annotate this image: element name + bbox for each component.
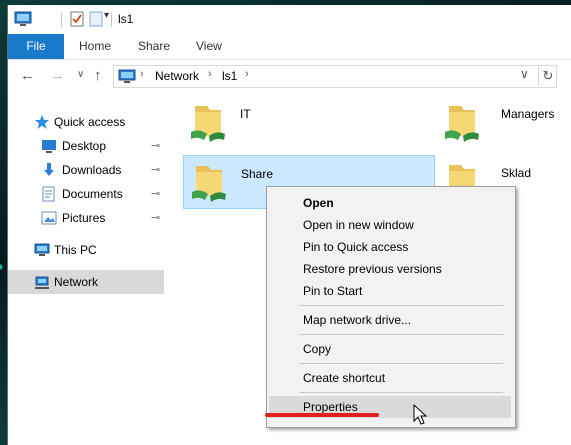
folder-tile-it[interactable]: IT xyxy=(183,96,433,148)
highlight-underline xyxy=(265,413,379,417)
sidebar-item-label: Network xyxy=(54,275,99,289)
address-chevron[interactable]: › xyxy=(208,68,212,80)
folder-tile-managers[interactable]: Managers xyxy=(437,96,567,148)
menu-item-pin-quick-access[interactable]: Pin to Quick access xyxy=(269,236,511,258)
folder-label: Managers xyxy=(501,107,555,121)
menu-item-open-new-window[interactable]: Open in new window xyxy=(269,214,511,236)
pin-icon[interactable]: ⊸ xyxy=(151,187,160,200)
address-chevron[interactable]: › xyxy=(245,68,249,80)
tab-home[interactable]: Home xyxy=(79,34,111,59)
navigation-pane: Quick access Desktop ⊸ Downloads ⊸ Docum… xyxy=(8,92,165,445)
menu-item-label: Map network drive... xyxy=(303,313,412,327)
folder-label: IT xyxy=(240,107,251,121)
menu-separator xyxy=(299,392,503,393)
sidebar-item-label: Desktop xyxy=(62,139,107,153)
tab-view[interactable]: View xyxy=(196,34,222,59)
sidebar-item-pictures[interactable]: Pictures ⊸ xyxy=(8,206,164,230)
menu-item-open[interactable]: Open xyxy=(269,192,511,214)
customize-toolbar-icon[interactable]: ▾ xyxy=(104,10,109,26)
menu-item-copy[interactable]: Copy xyxy=(269,338,511,360)
address-chevron[interactable]: › xyxy=(140,68,144,80)
file-explorer-window: ▾ ls1 File Home Share View ← → ∨ ↑ › Net… xyxy=(7,5,571,445)
navigation-bar: ← → ∨ ↑ › Network › ls1 › ∨ ↻ xyxy=(8,60,571,92)
pin-icon[interactable]: ⊸ xyxy=(151,211,160,224)
title-separator xyxy=(61,13,62,27)
folder-label: Share xyxy=(241,167,274,181)
sidebar-item-desktop[interactable]: Desktop ⊸ xyxy=(8,134,164,158)
tab-share[interactable]: Share xyxy=(138,34,170,59)
menu-separator xyxy=(299,334,503,335)
menu-item-create-shortcut[interactable]: Create shortcut xyxy=(269,367,511,389)
menu-item-label: Create shortcut xyxy=(303,371,386,385)
sidebar-item-documents[interactable]: Documents ⊸ xyxy=(8,182,164,206)
menu-item-label: Pin to Quick access xyxy=(303,240,409,254)
sidebar-item-this-pc[interactable]: This PC xyxy=(8,238,164,262)
properties-icon[interactable] xyxy=(70,11,84,27)
sidebar-item-label: Quick access xyxy=(54,115,126,129)
desktop-icon xyxy=(42,140,56,153)
sidebar-item-label: This PC xyxy=(54,243,97,257)
menu-item-label: Properties xyxy=(303,400,358,414)
pin-icon[interactable]: ⊸ xyxy=(151,139,160,152)
pin-icon[interactable]: ⊸ xyxy=(151,163,160,176)
tab-file[interactable]: File xyxy=(8,34,64,59)
menu-item-map-network-drive[interactable]: Map network drive... xyxy=(269,309,511,331)
documents-icon xyxy=(42,186,55,202)
menu-item-label: Open xyxy=(303,196,334,210)
forward-arrow-icon[interactable]: → xyxy=(50,67,65,84)
folder-label: Sklad xyxy=(501,166,532,180)
network-icon xyxy=(35,276,49,289)
menu-item-pin-to-start[interactable]: Pin to Start xyxy=(269,280,511,302)
sidebar-item-label: Documents xyxy=(62,187,123,201)
ribbon: File Home Share View xyxy=(8,34,571,60)
address-dropdown-icon[interactable]: ∨ xyxy=(520,67,529,81)
computer-icon xyxy=(14,11,32,26)
new-folder-icon[interactable] xyxy=(89,11,103,27)
pictures-icon xyxy=(41,211,57,225)
menu-item-label: Restore previous versions xyxy=(303,262,442,276)
menu-item-label: Open in new window xyxy=(303,218,414,232)
this-pc-icon xyxy=(118,69,136,83)
sidebar-item-network[interactable]: Network xyxy=(8,270,164,294)
up-arrow-icon[interactable]: ↑ xyxy=(94,67,102,84)
this-pc-icon xyxy=(34,243,50,256)
title-bar: ▾ ls1 xyxy=(8,5,571,34)
shared-folder-icon xyxy=(445,106,479,142)
title-separator-2 xyxy=(111,13,112,27)
address-segment-network[interactable]: Network xyxy=(155,69,199,83)
sidebar-item-label: Pictures xyxy=(62,211,106,225)
sidebar-item-label: Downloads xyxy=(62,163,122,177)
address-segment-ls1[interactable]: ls1 xyxy=(222,69,237,83)
menu-separator xyxy=(299,363,503,364)
shared-folder-icon xyxy=(191,106,225,142)
context-menu: Open Open in new window Pin to Quick acc… xyxy=(266,186,516,428)
mouse-cursor-icon xyxy=(413,404,428,425)
window-title: ls1 xyxy=(118,12,134,26)
sidebar-item-quick-access[interactable]: Quick access xyxy=(8,110,164,134)
address-bar[interactable]: › Network › ls1 › ∨ ↻ xyxy=(113,65,557,88)
shared-folder-icon xyxy=(192,166,226,202)
menu-item-label: Copy xyxy=(303,342,332,356)
menu-item-label: Pin to Start xyxy=(303,284,363,298)
star-icon xyxy=(35,115,49,129)
downloads-icon xyxy=(44,163,54,176)
back-arrow-icon[interactable]: ← xyxy=(20,67,35,84)
recent-locations-icon[interactable]: ∨ xyxy=(77,69,84,80)
menu-separator xyxy=(299,305,503,306)
sidebar-item-downloads[interactable]: Downloads ⊸ xyxy=(8,158,164,182)
menu-item-restore-previous-versions[interactable]: Restore previous versions xyxy=(269,258,511,280)
refresh-icon[interactable]: ↻ xyxy=(538,65,557,86)
